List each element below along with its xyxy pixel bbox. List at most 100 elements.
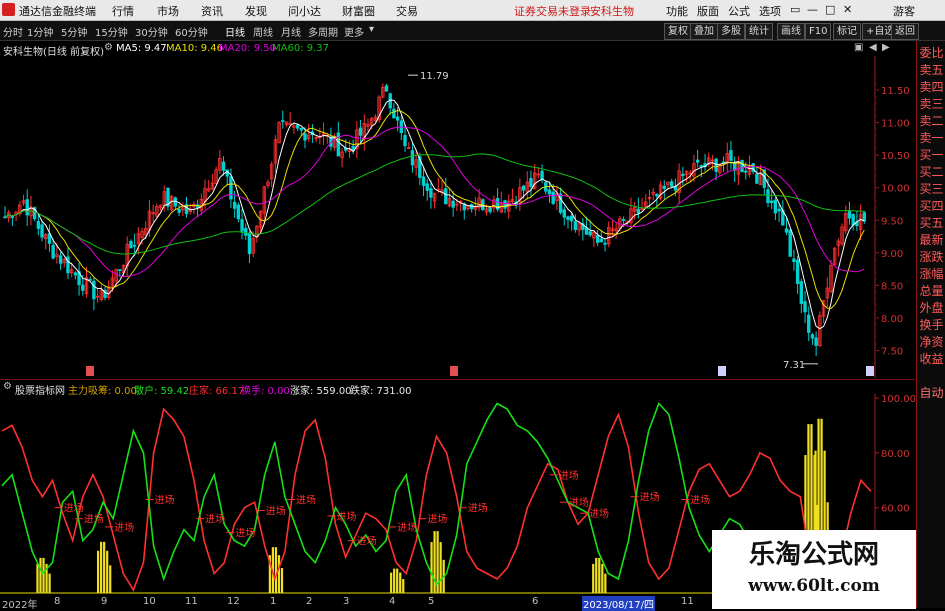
menu-quotes[interactable]: 行情 xyxy=(112,3,134,19)
sidebar-item-ask2[interactable]: 卖二 xyxy=(918,113,945,129)
menu-formula[interactable]: 公式 xyxy=(728,3,750,19)
period-tab-1min[interactable]: 1分钟 xyxy=(27,24,53,39)
period-tab-5min[interactable]: 5分钟 xyxy=(61,24,87,39)
candle-body xyxy=(384,85,389,92)
candle-body xyxy=(73,272,78,276)
menu-trade[interactable]: 交易 xyxy=(396,3,418,19)
menu-function[interactable]: 功能 xyxy=(666,3,688,19)
sidebar-item-bid2[interactable]: 买二 xyxy=(918,164,945,180)
sidebar-item-bid5[interactable]: 买五 xyxy=(918,215,945,231)
candle-body xyxy=(521,185,526,191)
candle-body xyxy=(58,255,63,264)
candle-body xyxy=(299,127,304,131)
period-tab-monthly[interactable]: 月线 xyxy=(281,24,301,39)
period-tab-30min[interactable]: 30分钟 xyxy=(135,24,168,39)
minimize-icon[interactable]: ▭ xyxy=(790,3,800,16)
candle-body xyxy=(588,231,592,236)
candle-body xyxy=(51,244,55,259)
sidebar-auto[interactable]: 自动 xyxy=(918,385,945,401)
entry-signal-label: 进场 xyxy=(397,521,417,534)
login-notice[interactable]: 证券交易未登录 xyxy=(514,3,591,19)
accumulation-bar xyxy=(48,573,51,593)
accumulation-bar xyxy=(36,563,39,593)
menu-options[interactable]: 选项 xyxy=(759,3,781,19)
candle-body xyxy=(232,201,237,209)
stats-button[interactable]: 统计 xyxy=(745,23,773,40)
candlestick-chart[interactable]: 11.50 11.00 10.50 10.00 9.50 9.00 8.50 8.00 7.50… xyxy=(0,56,915,378)
period-tab-more[interactable]: 更多 xyxy=(344,24,364,39)
menu-ask-xiaoda[interactable]: 问小达 xyxy=(288,3,321,19)
candle-body xyxy=(777,208,781,212)
candle-body xyxy=(766,189,770,204)
accumulation-bar xyxy=(39,557,42,593)
candle-body xyxy=(729,150,733,161)
mark-button[interactable]: 标记 xyxy=(833,23,861,40)
period-tab-weekly[interactable]: 周线 xyxy=(253,24,273,39)
period-tab-15min[interactable]: 15分钟 xyxy=(95,24,128,39)
f10-button[interactable]: F10 xyxy=(805,23,832,40)
candle-body xyxy=(410,150,415,166)
period-tab-multi[interactable]: 多周期 xyxy=(308,24,338,39)
price-axis-label: 7.50 xyxy=(881,346,903,357)
sidebar-item-ask1[interactable]: 卖一 xyxy=(918,130,945,146)
candle-body xyxy=(551,191,555,204)
sidebar-item-ask4[interactable]: 卖四 xyxy=(918,79,945,95)
sidebar-item-eps[interactable]: 收益 xyxy=(918,351,945,367)
candle-body xyxy=(451,200,455,208)
period-tab-60min[interactable]: 60分钟 xyxy=(175,24,208,39)
sidebar-item-net-assets[interactable]: 净资 xyxy=(918,334,945,350)
sidebar-item-volume[interactable]: 总量 xyxy=(918,283,945,299)
sidebar-item-turnover[interactable]: 换手 xyxy=(918,317,945,333)
date-tick: 1 xyxy=(270,596,277,607)
menu-wealth-circle[interactable]: 财富圈 xyxy=(342,3,375,19)
sidebar-item-latest[interactable]: 最新 xyxy=(918,232,945,248)
multi-stock-button[interactable]: 多股 xyxy=(717,23,745,40)
entry-signal-label: 进场 xyxy=(569,496,589,509)
guest-label[interactable]: 游客 xyxy=(893,3,915,19)
sidebar-item-outer[interactable]: 外盘 xyxy=(918,300,945,316)
period-tab-timeshare[interactable]: 分时 xyxy=(3,24,23,39)
candle-body xyxy=(229,176,233,200)
sidebar-item-ask5[interactable]: 卖五 xyxy=(918,62,945,78)
accumulation-bar xyxy=(402,579,405,593)
sidebar-item-bid1[interactable]: 买一 xyxy=(918,147,945,163)
menu-news[interactable]: 资讯 xyxy=(201,3,223,19)
candle-body xyxy=(25,199,29,216)
entry-signal-label: 进场 xyxy=(64,502,84,515)
sidebar-item-entrust-ratio[interactable]: 委比 xyxy=(918,45,945,61)
draw-line-button[interactable]: 画线 xyxy=(777,23,805,40)
menu-layout[interactable]: 版面 xyxy=(697,3,719,19)
chevron-down-icon[interactable]: ▾ xyxy=(369,24,374,35)
maximize-icon[interactable]: □ xyxy=(825,3,835,16)
candle-body xyxy=(503,200,507,209)
entry-signal-label: 进场 xyxy=(336,510,356,523)
period-tab-daily[interactable]: 日线 xyxy=(225,24,245,39)
close-icon[interactable]: ✕ xyxy=(843,3,852,16)
overlay-button[interactable]: 叠加 xyxy=(690,23,718,40)
candle-body xyxy=(336,132,341,157)
chevron-right-icon[interactable]: ▶ xyxy=(882,42,890,53)
candle-body xyxy=(281,120,285,123)
entry-signal-label: 进场 xyxy=(690,493,710,506)
candle-body xyxy=(740,160,744,173)
candle-body xyxy=(603,242,607,245)
menu-discover[interactable]: 发现 xyxy=(245,3,267,19)
accumulation-bar xyxy=(592,563,595,593)
menu-market[interactable]: 市场 xyxy=(157,3,179,19)
candle-body xyxy=(799,281,804,304)
sidebar-item-change-pct[interactable]: 涨幅 xyxy=(918,266,945,282)
sidebar-item-ask3[interactable]: 卖三 xyxy=(918,96,945,112)
candle-body xyxy=(714,158,718,172)
back-button[interactable]: 返回 xyxy=(891,23,919,40)
adjust-button[interactable]: 复权 xyxy=(664,23,692,40)
minimize-button-icon[interactable]: — xyxy=(807,3,818,16)
sidebar-item-bid4[interactable]: 买四 xyxy=(918,198,945,214)
entry-signal-label: 进场 xyxy=(155,493,175,506)
chevron-left-icon[interactable]: ◀ xyxy=(869,42,877,53)
indicator-settings-icon[interactable]: ⚙ xyxy=(3,381,12,392)
expand-icon[interactable]: ▣ xyxy=(854,42,863,53)
settings-gear-icon[interactable]: ⚙ xyxy=(104,42,113,53)
sidebar-item-bid3[interactable]: 买三 xyxy=(918,181,945,197)
sidebar-item-change[interactable]: 涨跌 xyxy=(918,249,945,265)
candle-body xyxy=(699,165,704,167)
